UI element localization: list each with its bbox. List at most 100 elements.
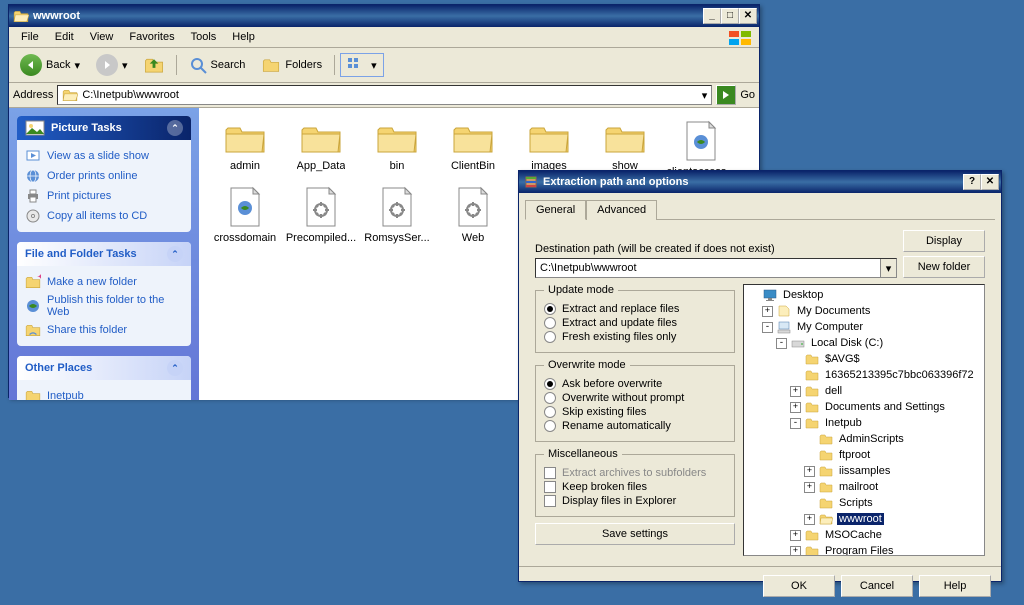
- go-button[interactable]: [716, 85, 736, 105]
- overwrite-mode-option[interactable]: Overwrite without prompt: [544, 391, 726, 405]
- tree-expander-icon[interactable]: +: [790, 530, 801, 541]
- tree-label[interactable]: Documents and Settings: [823, 401, 947, 413]
- tree-label[interactable]: Program Files: [823, 545, 895, 556]
- checkbox-icon[interactable]: [544, 481, 556, 493]
- copy-cd-link[interactable]: Copy all items to CD: [25, 206, 183, 226]
- tree-node[interactable]: Desktop: [746, 287, 982, 303]
- tree-expander-icon[interactable]: +: [790, 402, 801, 413]
- tree-label[interactable]: Inetpub: [823, 417, 864, 429]
- ok-button[interactable]: OK: [763, 575, 835, 597]
- file-item[interactable]: bin: [359, 116, 435, 182]
- tree-node[interactable]: + Documents and Settings: [746, 399, 982, 415]
- overwrite-mode-option[interactable]: Rename automatically: [544, 419, 726, 433]
- file-item[interactable]: ClientBin: [435, 116, 511, 182]
- folder-tree[interactable]: Desktop+My Documents-My Computer-Local D…: [743, 284, 985, 556]
- minimize-button[interactable]: _: [703, 8, 721, 24]
- up-button[interactable]: [137, 51, 171, 79]
- tree-label[interactable]: Desktop: [781, 289, 825, 301]
- maximize-button[interactable]: □: [721, 8, 739, 24]
- tree-node[interactable]: +dell: [746, 383, 982, 399]
- update-mode-option[interactable]: Extract and replace files: [544, 302, 726, 316]
- tree-label[interactable]: Local Disk (C:): [809, 337, 885, 349]
- tree-node[interactable]: -My Computer: [746, 319, 982, 335]
- help-button[interactable]: Help: [919, 575, 991, 597]
- tree-expander-icon[interactable]: -: [776, 338, 787, 349]
- radio-icon[interactable]: [544, 406, 556, 418]
- tree-node[interactable]: $AVG$: [746, 351, 982, 367]
- search-button[interactable]: Search: [182, 52, 253, 78]
- menu-edit[interactable]: Edit: [47, 29, 82, 45]
- tree-node[interactable]: +iissamples: [746, 463, 982, 479]
- tree-expander-icon[interactable]: +: [804, 466, 815, 477]
- new-folder-link[interactable]: ✦Make a new folder: [25, 272, 183, 292]
- file-item[interactable]: admin: [207, 116, 283, 182]
- tree-label[interactable]: $AVG$: [823, 353, 862, 365]
- tree-expander-icon[interactable]: +: [804, 482, 815, 493]
- radio-icon[interactable]: [544, 392, 556, 404]
- tree-node[interactable]: Scripts: [746, 495, 982, 511]
- tree-label[interactable]: MSOCache: [823, 529, 884, 541]
- tree-expander-icon[interactable]: +: [790, 546, 801, 557]
- new-folder-button[interactable]: New folder: [903, 256, 985, 278]
- address-input[interactable]: C:\Inetpub\wwwroot ▾: [57, 85, 712, 105]
- tree-label[interactable]: My Documents: [795, 305, 872, 317]
- dropdown-icon[interactable]: ▾: [702, 89, 708, 102]
- tree-expander-icon[interactable]: +: [804, 514, 815, 525]
- overwrite-mode-option[interactable]: Ask before overwrite: [544, 377, 726, 391]
- tree-node[interactable]: + My Documents: [746, 303, 982, 319]
- tab-advanced[interactable]: Advanced: [586, 200, 657, 220]
- tab-general[interactable]: General: [525, 200, 586, 220]
- tree-expander-icon[interactable]: +: [762, 306, 773, 317]
- menu-tools[interactable]: Tools: [183, 29, 225, 45]
- tree-label[interactable]: AdminScripts: [837, 433, 906, 445]
- radio-icon[interactable]: [544, 317, 556, 329]
- tree-node[interactable]: + mailroot: [746, 479, 982, 495]
- tree-node[interactable]: - Local Disk (C:): [746, 335, 982, 351]
- menu-view[interactable]: View: [82, 29, 122, 45]
- forward-button[interactable]: ▾: [89, 50, 135, 80]
- other-places-header[interactable]: Other Places ⌃: [17, 356, 191, 380]
- help-button[interactable]: ?: [963, 174, 981, 190]
- tree-node[interactable]: + wwwroot: [746, 511, 982, 527]
- tree-label[interactable]: wwwroot: [837, 513, 884, 525]
- slideshow-link[interactable]: View as a slide show: [25, 146, 183, 166]
- menu-favorites[interactable]: Favorites: [121, 29, 182, 45]
- share-link[interactable]: Share this folder: [25, 320, 183, 340]
- inetpub-link[interactable]: Inetpub: [25, 386, 183, 400]
- tree-node[interactable]: 16365213395c7bbc063396f72: [746, 367, 982, 383]
- back-button[interactable]: Back ▾: [13, 50, 87, 80]
- file-item[interactable]: crossdomain: [207, 182, 283, 248]
- destination-combo[interactable]: C:\Inetpub\wwwroot ▾: [535, 258, 897, 278]
- file-item[interactable]: App_Data: [283, 116, 359, 182]
- radio-icon[interactable]: [544, 331, 556, 343]
- order-prints-link[interactable]: Order prints online: [25, 166, 183, 186]
- display-button[interactable]: Display: [903, 230, 985, 252]
- tree-expander-icon[interactable]: -: [762, 322, 773, 333]
- tree-node[interactable]: ftproot: [746, 447, 982, 463]
- tree-node[interactable]: + MSOCache: [746, 527, 982, 543]
- folders-button[interactable]: Folders: [254, 52, 329, 78]
- tree-label[interactable]: dell: [823, 385, 844, 397]
- dialog-titlebar[interactable]: Extraction path and options ? ✕: [519, 171, 1001, 193]
- tree-label[interactable]: Scripts: [837, 497, 875, 509]
- misc-option[interactable]: Display files in Explorer: [544, 494, 726, 508]
- publish-link[interactable]: Publish this folder to the Web: [25, 292, 183, 320]
- overwrite-mode-option[interactable]: Skip existing files: [544, 405, 726, 419]
- file-item[interactable]: Precompiled...: [283, 182, 359, 248]
- file-item[interactable]: Web: [435, 182, 511, 248]
- tree-expander-icon[interactable]: -: [790, 418, 801, 429]
- update-mode-option[interactable]: Extract and update files: [544, 316, 726, 330]
- print-link[interactable]: Print pictures: [25, 186, 183, 206]
- file-tasks-header[interactable]: File and Folder Tasks ⌃: [17, 242, 191, 266]
- tree-node[interactable]: + Program Files: [746, 543, 982, 556]
- save-settings-button[interactable]: Save settings: [535, 523, 735, 545]
- tree-node[interactable]: AdminScripts: [746, 431, 982, 447]
- views-button[interactable]: ▾: [340, 53, 384, 77]
- misc-option[interactable]: Keep broken files: [544, 480, 726, 494]
- tree-node[interactable]: - Inetpub: [746, 415, 982, 431]
- collapse-icon[interactable]: ⌃: [167, 120, 183, 136]
- dropdown-icon[interactable]: ▾: [880, 259, 896, 277]
- radio-icon[interactable]: [544, 303, 556, 315]
- checkbox-icon[interactable]: [544, 495, 556, 507]
- tree-label[interactable]: mailroot: [837, 481, 880, 493]
